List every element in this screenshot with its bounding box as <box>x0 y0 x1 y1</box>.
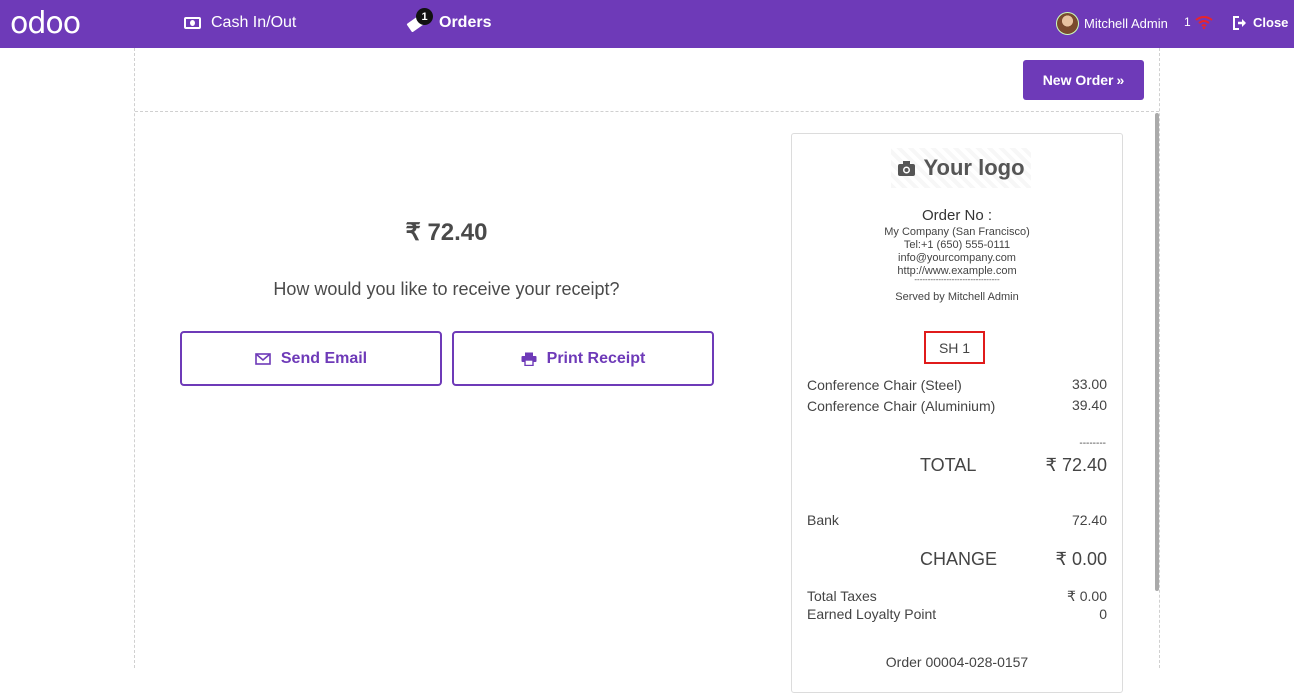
user-name: Mitchell Admin <box>1084 16 1168 31</box>
ticket-icon: 1 <box>406 8 433 33</box>
header-separator: -------------------------------- <box>914 275 1000 284</box>
order-no-label: Order No : <box>921 207 993 224</box>
table-tag: SH 1 <box>924 331 985 364</box>
network-count: 1 <box>1184 15 1191 29</box>
line-price: 39.40 <box>1071 397 1107 413</box>
company-name: My Company (San Francisco) <box>884 226 1030 238</box>
orders-button[interactable]: 1 Orders <box>406 8 492 33</box>
taxes-row: Total Taxes ₹ 0.00 <box>807 588 1107 605</box>
send-email-label: Send Email <box>280 349 368 367</box>
cash-icon <box>184 17 201 29</box>
close-label: Close <box>1253 15 1289 30</box>
top-bar: odoo Cash In/Out 1 Orders Mitchell Admin… <box>0 0 1294 48</box>
print-receipt-label: Print Receipt <box>546 349 646 367</box>
payment-row: Bank 72.40 <box>807 512 1107 528</box>
loyalty-row: Earned Loyalty Point 0 <box>807 606 1107 622</box>
orders-count-badge: 1 <box>416 8 433 25</box>
loyalty-value: 0 <box>1099 606 1107 622</box>
change-label: CHANGE <box>920 549 998 569</box>
change-row: CHANGE ₹ 0.00 <box>920 549 1107 570</box>
user-menu[interactable]: Mitchell Admin <box>1056 12 1168 35</box>
double-chevron-right-icon: » <box>1116 72 1125 88</box>
total-row: TOTAL ₹ 72.40 <box>920 455 1107 476</box>
line-product: Conference Chair (Aluminium) <box>807 398 996 414</box>
odoo-logo: odoo <box>10 6 81 41</box>
camera-icon <box>898 161 916 176</box>
send-email-button[interactable]: Send Email <box>180 331 442 386</box>
served-by: Served by Mitchell Admin <box>895 291 1019 303</box>
wifi-icon <box>1195 15 1213 29</box>
print-receipt-button[interactable]: Print Receipt <box>452 331 714 386</box>
exit-icon <box>1233 15 1246 30</box>
receipt-line: Conference Chair (Aluminium) 39.40 <box>807 397 1107 415</box>
total-separator: -------- <box>1079 438 1106 449</box>
line-product: Conference Chair (Steel) <box>807 377 962 393</box>
loyalty-label: Earned Loyalty Point <box>807 606 937 622</box>
receipt-line: Conference Chair (Steel) 33.00 <box>807 376 1107 394</box>
screen-header: New Order » <box>135 48 1159 112</box>
amount-due: ₹ 72.40 <box>405 219 488 246</box>
line-price: 33.00 <box>1071 376 1107 392</box>
orders-label: Orders <box>439 14 492 31</box>
network-status[interactable]: 1 <box>1184 15 1213 29</box>
payment-method: Bank <box>807 512 839 528</box>
avatar <box>1056 12 1079 35</box>
total-value: ₹ 72.40 <box>1045 455 1108 475</box>
total-label: TOTAL <box>920 455 977 475</box>
receipt-logo: Your logo <box>891 148 1031 188</box>
receipt-question: How would you like to receive your recei… <box>273 279 620 299</box>
new-order-label: New Order <box>1042 72 1114 88</box>
printer-icon <box>521 352 537 366</box>
cash-in-out-button[interactable]: Cash In/Out <box>184 14 296 32</box>
company-phone: Tel:+1 (650) 555-0111 <box>903 239 1011 251</box>
taxes-label: Total Taxes <box>807 588 877 604</box>
close-button[interactable]: Close <box>1233 15 1288 30</box>
cash-in-out-label: Cash In/Out <box>211 14 297 31</box>
taxes-value: ₹ 0.00 <box>1066 588 1107 604</box>
change-value: ₹ 0.00 <box>1055 549 1108 569</box>
logo-text: Your logo <box>923 155 1025 180</box>
new-order-button[interactable]: New Order » <box>1023 60 1144 100</box>
company-email: info@yourcompany.com <box>898 252 1016 264</box>
payment-amount: 72.40 <box>1071 512 1107 528</box>
envelope-icon <box>255 352 271 365</box>
receipt-scrollbar[interactable] <box>1155 113 1159 591</box>
